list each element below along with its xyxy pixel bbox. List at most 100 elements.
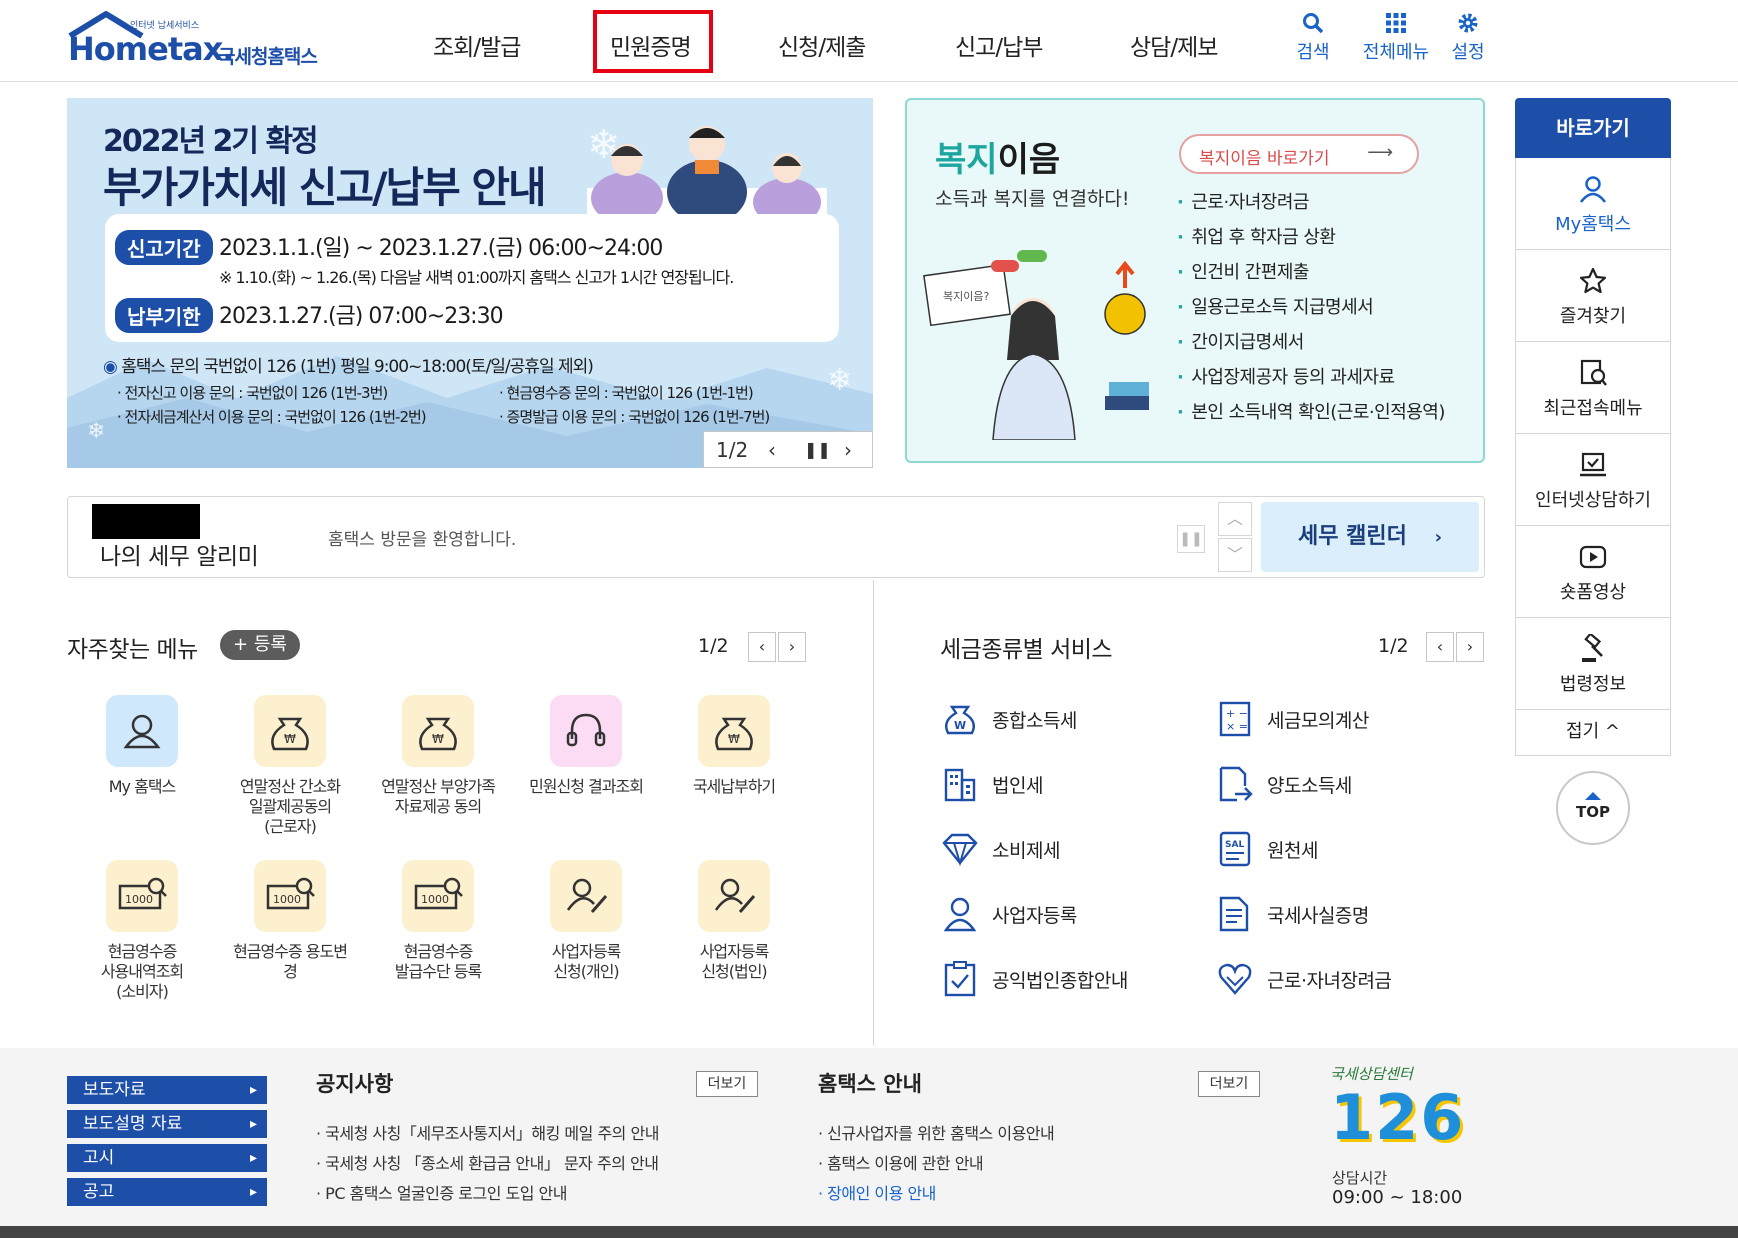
alarm-up-icon[interactable]: ︿ <box>1218 502 1252 536</box>
freq-menu-item[interactable]: 1000 현금영수증 사용내역조회 (소비자) <box>72 860 212 1002</box>
footer-link-press-explanation[interactable]: 보도설명 자료 <box>67 1110 267 1138</box>
tax-type-label: 원천세 <box>1267 840 1318 862</box>
contact-main: ◉ 홈택스 문의 국번없이 126 (1번) 평일 9:00~18:00(토/일… <box>103 352 594 377</box>
period-label: 신고기간 <box>115 230 213 265</box>
svg-text:❄: ❄ <box>827 363 852 398</box>
section-divider <box>873 580 874 1045</box>
tax-calendar-button[interactable]: 세무 캘린더 › <box>1261 502 1479 572</box>
user-edit-icon <box>566 878 608 913</box>
welfare-item[interactable]: 취업 후 학자금 상환 <box>1177 223 1445 258</box>
freq-menu-register-button[interactable]: + 등록 <box>220 630 300 660</box>
guide-item[interactable]: 신규사업자를 위한 홈택스 이용안내 <box>818 1120 1055 1150</box>
guide-list: 신규사업자를 위한 홈택스 이용안내 홈택스 이용에 관한 안내 장애인 이용 … <box>818 1120 1055 1210</box>
notice-item[interactable]: PC 홈택스 얼굴인증 로그인 도입 안내 <box>316 1180 659 1210</box>
freq-menu-item[interactable]: 사업자등록 신청(법인) <box>664 860 804 982</box>
quick-short-video[interactable]: 숏폼영상 <box>1515 526 1671 618</box>
guide-more-button[interactable]: 더보기 <box>1198 1071 1260 1097</box>
banner-prev-icon[interactable]: ‹ <box>768 438 776 462</box>
settings-button[interactable]: 설정 <box>1438 12 1498 64</box>
quick-law-info[interactable]: 법령정보 <box>1515 618 1671 710</box>
freq-icon-bg <box>550 695 622 767</box>
welfare-item[interactable]: 사업장제공자 등의 과세자료 <box>1177 363 1445 398</box>
welfare-item[interactable]: 일용근로소득 지급명세서 <box>1177 293 1445 328</box>
guide-item[interactable]: 장애인 이용 안내 <box>818 1180 1054 1210</box>
freq-menu-item[interactable]: 민원신청 결과조회 <box>516 695 656 797</box>
top-button[interactable]: TOP <box>1556 771 1630 845</box>
gavel-icon <box>1582 634 1603 662</box>
hometax-logo[interactable]: 인터넷 납세서비스 Hometax. 국세청홈택스 <box>66 10 346 76</box>
nav-report-pay[interactable]: 신고/납부 <box>955 28 1043 62</box>
footer-link-notification[interactable]: 고시 <box>67 1144 267 1172</box>
freq-item-label: 사업자등록 신청(법인) <box>699 942 770 981</box>
freq-menu-item[interactable]: ₩ 연말정산 간소화 일괄제공동의 (근로자) <box>220 695 360 837</box>
nav-apply-submit[interactable]: 신청/제출 <box>778 28 866 62</box>
tax-types-prev-icon[interactable]: ‹ <box>1426 632 1454 662</box>
search-button[interactable]: 검색 <box>1283 12 1343 64</box>
tax-types-pager: 1/2 <box>1378 635 1409 657</box>
welfare-panel[interactable]: 복지이음 소득과 복지를 연결하다! 복지이음 바로가기 ⟶ 복지이음? 근로·… <box>905 98 1485 463</box>
welfare-title: 복지이음 <box>935 132 1060 181</box>
banner-next-icon[interactable]: › <box>844 438 852 462</box>
tax-types-title: 세금종류별 서비스 <box>940 637 1113 663</box>
welfare-shortcut-button[interactable]: 복지이음 바로가기 ⟶ <box>1179 134 1419 174</box>
freq-item-label: My 홈택스 <box>108 777 177 796</box>
alarm-pause-icon[interactable]: ❚❚ <box>1177 525 1205 553</box>
user-icon <box>943 897 977 932</box>
tax-types-next-icon[interactable]: › <box>1456 632 1484 662</box>
banner-heading-big: 부가가치세 신고/납부 안내 <box>103 163 547 212</box>
freq-menu-item[interactable]: 1000 현금영수증 발급수단 등록 <box>368 860 508 982</box>
vat-banner[interactable]: ❄ ❄ ❄ 2022년 2기 확정 부가가치세 신고/납부 안내 신고기간 20… <box>67 98 873 468</box>
nav-highlight-box <box>593 10 713 73</box>
freq-icon-bg <box>106 695 178 767</box>
welfare-item[interactable]: 간이지급명세서 <box>1177 328 1445 363</box>
quick-online-consult[interactable]: 인터넷상담하기 <box>1515 434 1671 526</box>
money-bag-icon: ₩ <box>419 717 457 751</box>
freq-menu-item[interactable]: 1000 현금영수증 용도변 경 <box>220 860 360 982</box>
freq-item-label: 연말정산 간소화 일괄제공동의 (근로자) <box>239 777 341 836</box>
contact-3: · 전자세금계산서 이용 문의 : 국번없이 126 (1번-2번) <box>117 408 427 426</box>
freq-menu-item[interactable]: ₩ 국세납부하기 <box>664 695 804 797</box>
notice-list: 국세청 사칭「세무조사통지서」해킹 메일 주의 안내 국세청 사칭 「종소세 환… <box>316 1120 659 1210</box>
building-icon <box>944 768 976 802</box>
freq-item-label: 민원신청 결과조회 <box>529 777 644 796</box>
freq-menu-item[interactable]: My 홈택스 <box>72 695 212 797</box>
freq-menu-item[interactable]: 사업자등록 신청(개인) <box>516 860 656 982</box>
gear-icon <box>1458 13 1478 33</box>
receipt-search-icon: 1000 <box>414 877 463 910</box>
money-bag-icon: ₩ <box>715 717 753 751</box>
freq-menu-item[interactable]: ₩ 연말정산 부양가족 자료제공 동의 <box>368 695 508 817</box>
user-edit-icon <box>714 878 756 913</box>
freq-icon-bg: ₩ <box>698 695 770 767</box>
tax-type-label: 국세사실증명 <box>1267 905 1369 927</box>
quick-my-hometax[interactable]: My홈택스 <box>1515 158 1671 250</box>
tax-calendar-label: 세무 캘린더 <box>1298 524 1407 549</box>
notice-title: 공지사항 <box>316 1072 394 1096</box>
footer-link-announcement[interactable]: 공고 <box>67 1178 267 1206</box>
freq-menu-prev-icon[interactable]: ‹ <box>748 632 776 662</box>
freq-menu-next-icon[interactable]: › <box>778 632 806 662</box>
quick-favorites[interactable]: 즐겨찾기 <box>1515 250 1671 342</box>
notice-more-button[interactable]: 더보기 <box>696 1071 758 1097</box>
guide-item[interactable]: 홈택스 이용에 관한 안내 <box>818 1150 1054 1180</box>
welfare-button-label: 복지이음 바로가기 <box>1199 149 1330 169</box>
quick-fold-button[interactable]: 접기 ^ <box>1515 710 1671 756</box>
notice-item[interactable]: 국세청 사칭 「종소세 환급금 안내」 문자 주의 안내 <box>316 1150 659 1180</box>
welfare-item[interactable]: 인건비 간편제출 <box>1177 258 1445 293</box>
quick-recent-menu[interactable]: 최근접속메뉴 <box>1515 342 1671 434</box>
document-transfer-icon <box>1219 766 1253 802</box>
contact-main-text: 홈택스 문의 국번없이 126 (1번) 평일 9:00~18:00(토/일/공… <box>121 357 594 377</box>
alarm-down-icon[interactable]: ﹀ <box>1218 538 1252 572</box>
logo-sub-text: 국세청홈택스 <box>218 46 318 68</box>
nav-consult-report[interactable]: 상담/제보 <box>1130 28 1218 62</box>
tax-type-label: 공익법인종합안내 <box>992 970 1128 992</box>
freq-icon-bg <box>550 860 622 932</box>
quick-short-video-label: 숏폼영상 <box>1559 582 1627 603</box>
full-menu-button[interactable]: 전체메뉴 <box>1360 12 1432 64</box>
nav-inquiry-issue[interactable]: 조회/발급 <box>433 28 521 62</box>
footer-link-press[interactable]: 보도자료 <box>67 1076 267 1104</box>
notice-item[interactable]: 국세청 사칭「세무조사통지서」해킹 메일 주의 안내 <box>316 1120 659 1150</box>
banner-pause-icon[interactable]: ❚❚ <box>804 440 831 459</box>
svg-text:× =: × = <box>1226 720 1248 733</box>
welfare-item[interactable]: 근로·자녀장려금 <box>1177 188 1445 223</box>
welfare-item[interactable]: 본인 소득내역 확인(근로·인적용역) <box>1177 398 1445 433</box>
